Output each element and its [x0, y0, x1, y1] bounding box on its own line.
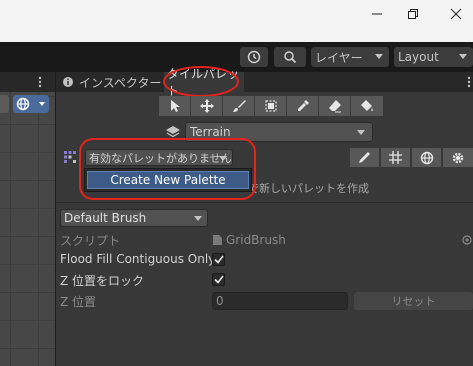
eyedropper-icon: [297, 100, 309, 111]
brush-dropdown-label: Default Brush: [64, 211, 147, 225]
eraser-icon: [328, 100, 341, 113]
scene-tab-bar: [0, 72, 55, 92]
z-position-value: 0: [216, 294, 224, 308]
layers-dropdown[interactable]: レイヤー: [311, 47, 389, 67]
history-icon: [247, 50, 261, 64]
cursor-icon: [170, 100, 180, 112]
brush-dropdown[interactable]: Default Brush: [60, 209, 208, 227]
move-icon: [199, 99, 214, 113]
z-position-field[interactable]: 0: [212, 292, 348, 310]
restore-button[interactable]: [390, 0, 436, 28]
close-window-button[interactable]: [433, 0, 473, 28]
tab-inspector[interactable]: インスペクター: [62, 72, 162, 92]
tab-inspector-label: インスペクター: [79, 75, 162, 90]
script-file-icon: [213, 235, 222, 245]
brush-icon: [232, 100, 246, 112]
history-button[interactable]: [240, 47, 268, 67]
scene-panel: [0, 72, 56, 366]
pencil-icon: [359, 152, 370, 163]
z-lock-label: Z 位置をロック: [60, 274, 145, 288]
script-value: GridBrush: [226, 233, 286, 247]
window-title-bar: [0, 0, 473, 42]
menu-item-create-new-palette[interactable]: Create New Palette: [87, 171, 249, 189]
create-palette-hint: で新しいパレットを作成: [248, 182, 369, 195]
flood-fill-checkbox[interactable]: [212, 253, 225, 266]
select-tool-button[interactable]: [159, 96, 191, 116]
reset-button[interactable]: リセット: [354, 292, 473, 310]
globe-icon: [16, 97, 30, 111]
edit-palette-button[interactable]: [350, 148, 380, 167]
layout-dropdown[interactable]: Layout: [394, 47, 473, 67]
picker-tool-button[interactable]: [287, 96, 319, 116]
chevron-down-icon: [194, 216, 202, 221]
palette-settings-button[interactable]: [443, 148, 473, 167]
more-options-icon[interactable]: [467, 76, 471, 88]
chevron-down-icon: [357, 130, 365, 135]
move-tool-button[interactable]: [191, 96, 223, 116]
layers-dropdown-label: レイヤー: [315, 50, 363, 65]
tab-tile-palette-label: タイルパレット: [167, 67, 240, 98]
object-picker-icon[interactable]: [462, 235, 472, 245]
panel-tab-bar: インスペクター タイルパレット: [56, 67, 473, 98]
active-tilemap-dropdown[interactable]: Terrain: [185, 122, 373, 142]
layout-dropdown-label: Layout: [398, 50, 439, 64]
gizmo-button[interactable]: [13, 95, 49, 113]
paint-tool-button[interactable]: [223, 96, 255, 116]
z-position-label: Z 位置: [60, 295, 97, 309]
scene-toolbar-button[interactable]: [0, 95, 9, 113]
tile-grid-icon: [64, 151, 76, 163]
chevron-down-icon: [459, 54, 467, 59]
search-button[interactable]: [274, 47, 306, 67]
chevron-down-icon: [39, 102, 45, 106]
layers-icon: [166, 126, 180, 138]
divider: [56, 202, 473, 203]
scene-view[interactable]: [0, 92, 55, 366]
palette-dropdown[interactable]: 有効なパレットがありません: [85, 149, 233, 166]
active-tilemap-label: Terrain: [190, 125, 231, 139]
palette-dropdown-menu: Create New Palette: [84, 168, 252, 192]
box-select-icon: [264, 100, 277, 112]
tab-tile-palette[interactable]: タイルパレット: [164, 67, 244, 98]
checkmark-icon: [213, 255, 224, 264]
minimize-icon: [372, 13, 382, 15]
info-icon: [63, 77, 73, 87]
grid-icon: [389, 151, 402, 164]
chevron-down-icon: [375, 54, 383, 59]
restore-icon: [408, 9, 418, 19]
search-icon: [284, 51, 297, 64]
box-fill-tool-button[interactable]: [255, 96, 287, 116]
chevron-down-icon: [219, 156, 227, 161]
grid-toggle-button[interactable]: [381, 148, 411, 167]
fill-tool-button[interactable]: [351, 96, 383, 116]
gizmos-toggle-button[interactable]: [412, 148, 442, 167]
erase-tool-button[interactable]: [319, 96, 351, 116]
checkmark-icon: [213, 275, 224, 284]
flood-fill-label: Flood Fill Contiguous Only: [60, 252, 216, 266]
palette-dropdown-label: 有効なパレットがありません: [89, 151, 232, 165]
script-field: GridBrush: [212, 232, 473, 248]
more-options-icon[interactable]: [38, 76, 42, 88]
script-label: スクリプト: [60, 234, 121, 248]
paint-bucket-icon: [361, 100, 373, 111]
gear-icon: [452, 152, 464, 163]
z-lock-checkbox[interactable]: [212, 273, 225, 286]
globe-icon: [420, 151, 433, 164]
close-icon: [450, 8, 462, 20]
